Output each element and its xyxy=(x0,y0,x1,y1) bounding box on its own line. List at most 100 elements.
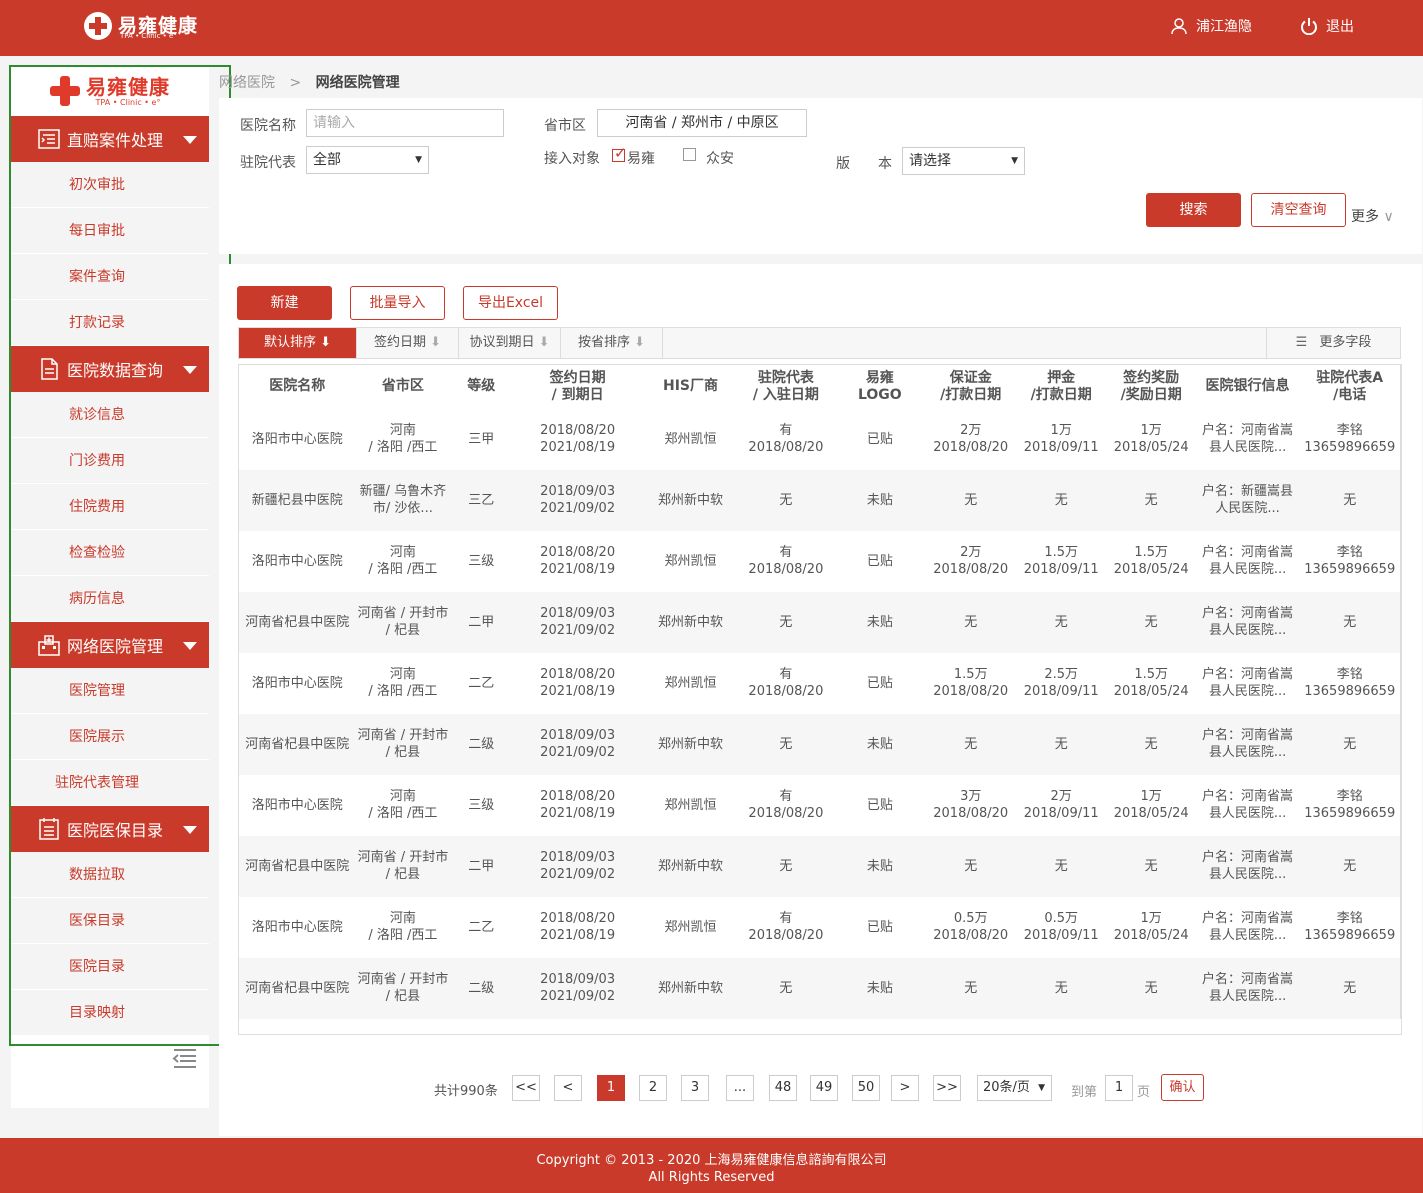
goto-page-input[interactable]: 1 xyxy=(1105,1075,1133,1101)
hospital-name-input[interactable]: 请输入 xyxy=(306,109,504,137)
sidebar-item-visit-info[interactable]: 就诊信息 xyxy=(11,392,209,438)
page-48-button[interactable]: 48 xyxy=(769,1075,797,1101)
new-button[interactable]: 新建 xyxy=(237,286,332,320)
table-cell: 二乙 xyxy=(450,896,513,958)
rep-select[interactable]: 全部 xyxy=(306,146,429,174)
last-page-button[interactable]: >> xyxy=(933,1075,961,1101)
sidebar-item-daily-approval[interactable]: 每日审批 xyxy=(11,208,209,254)
table-row[interactable]: 河南省杞县中医院 河南省 / 开封市 / 杞县 二甲 2018/09/03 2021/… xyxy=(238,591,1401,653)
table-row[interactable]: 洛阳市中心医院 河南 / 洛阳 /西工 二乙 2018/08/20 2021/08/1… xyxy=(238,652,1401,714)
table-cell: 李铭 13659896659 xyxy=(1299,896,1401,958)
sidebar-item-outpatient-fee[interactable]: 门诊费用 xyxy=(11,438,209,484)
table-cell: 河南省杞县中医院 xyxy=(238,713,356,775)
table-cell: 河南省杞县中医院 xyxy=(238,591,356,653)
page-49-button[interactable]: 49 xyxy=(810,1075,838,1101)
arrow-down-icon: ⬇ xyxy=(430,335,442,350)
batch-import-button[interactable]: 批量导入 xyxy=(350,286,445,320)
logout-label: 退出 xyxy=(1326,19,1354,35)
table-cell: 户名：河南省嵩 县人民医院... xyxy=(1195,896,1300,958)
table-cell: 河南省 / 开封市 / 杞县 xyxy=(355,957,451,1019)
table-row[interactable]: 洛阳市中心医院 河南 / 洛阳 /西工 三级 2018/08/20 2021/08/1… xyxy=(238,774,1401,836)
table-cell: 无 xyxy=(737,957,834,1019)
table-row[interactable]: 新疆杞县中医院 新疆/ 乌鲁木齐 市/ 沙依... 三乙 2018/09/03 202… xyxy=(238,469,1401,531)
sidebar-item-lab-exam[interactable]: 检查检验 xyxy=(11,530,209,576)
target-zhongan-checkbox[interactable] xyxy=(683,148,696,161)
region-select[interactable]: 河南省 / 郑州市 / 中原区 xyxy=(597,109,807,137)
table-cell: 未贴 xyxy=(833,835,926,897)
sort-province[interactable]: 按省排序 ⬇ xyxy=(561,328,663,358)
table-cell: 三级 xyxy=(450,774,513,836)
table-cell: 新疆/ 乌鲁木齐 市/ 沙依... xyxy=(355,469,451,531)
table-row[interactable]: 河南省杞县中医院 河南省 / 开封市 / 杞县 二级 2018/09/03 2021/… xyxy=(238,713,1401,775)
table-cell: 郑州新中软 xyxy=(643,469,738,531)
table-cell: 1万 2018/05/24 xyxy=(1106,408,1196,470)
goto-confirm-button[interactable]: 确认 xyxy=(1161,1074,1204,1101)
sort-expire-date[interactable]: 协议到期日 ⬇ xyxy=(459,328,561,358)
table-cell: 李铭 13659896659 xyxy=(1299,774,1401,836)
sidebar-item-insurance-catalog[interactable]: 医保目录 xyxy=(11,898,209,944)
sidebar-section-insurance-catalog[interactable]: 医院医保目录 xyxy=(11,806,209,852)
version-select[interactable]: 请选择 xyxy=(902,147,1025,175)
table-row[interactable]: 洛阳市中心医院 河南 / 洛阳 /西工 二乙 2018/08/20 2021/08/1… xyxy=(238,896,1401,958)
table-cell: 无 xyxy=(925,469,1016,531)
table-cell: 洛阳市中心医院 xyxy=(238,774,356,836)
hospital-icon xyxy=(38,635,60,656)
logout-button[interactable]: 退出 xyxy=(1300,16,1354,36)
sort-sign-date[interactable]: 签约日期 ⬇ xyxy=(357,328,459,358)
sidebar-item-hospital-catalog[interactable]: 医院目录 xyxy=(11,944,209,990)
goto-unit: 页 xyxy=(1137,1085,1151,1100)
column-header: 医院名称 xyxy=(238,364,356,409)
collapse-menu-icon[interactable] xyxy=(170,1046,196,1070)
page-3-button[interactable]: 3 xyxy=(681,1075,709,1101)
page-2-button[interactable]: 2 xyxy=(639,1075,667,1101)
breadcrumb-parent[interactable]: 网络医院 xyxy=(219,75,275,91)
sidebar-item-hospital-management[interactable]: 医院管理 xyxy=(11,668,209,714)
sidebar-item-inpatient-fee[interactable]: 住院费用 xyxy=(11,484,209,530)
page-ellipsis: ... xyxy=(726,1075,754,1101)
sidebar-item-data-pull[interactable]: 数据拉取 xyxy=(11,852,209,898)
table-cell: 河南省杞县中医院 xyxy=(238,957,356,1019)
sidebar-section-hospital-data[interactable]: 医院数据查询 xyxy=(11,346,209,392)
sidebar-item-initial-approval[interactable]: 初次审批 xyxy=(11,162,209,208)
table-row[interactable]: 河南省杞县中医院 河南省 / 开封市 / 杞县 二甲 2018/09/03 2021/… xyxy=(238,835,1401,897)
prev-page-button[interactable]: < xyxy=(554,1075,582,1101)
table-row[interactable]: 河南省杞县中医院 河南省 / 开封市 / 杞县 二级 2018/09/03 2021/… xyxy=(238,957,1401,1019)
table-cell: 无 xyxy=(1015,835,1107,897)
table-cell: 有 2018/08/20 xyxy=(737,774,834,836)
document-icon xyxy=(41,358,58,380)
sidebar-item-rep-management[interactable]: 驻院代表管理 xyxy=(11,760,209,806)
table-cell: 户名：河南省嵩 县人民医院... xyxy=(1195,652,1300,714)
footer: Copyright © 2013 - 2020 上海易雍健康信息諮詢有限公司 A… xyxy=(0,1138,1423,1193)
sidebar-item-catalog-mapping[interactable]: 目录映射 xyxy=(11,990,209,1036)
table-row[interactable]: 洛阳市中心医院 河南 / 洛阳 /西工 三甲 2018/08/20 2021/08/1… xyxy=(238,408,1401,470)
first-page-button[interactable]: << xyxy=(512,1075,540,1101)
breadcrumb-separator: > xyxy=(289,75,302,91)
sidebar-item-case-query[interactable]: 案件查询 xyxy=(11,254,209,300)
more-fields-button[interactable]: ☰ 更多字段 xyxy=(1266,328,1400,358)
target-yiyong-checkbox[interactable] xyxy=(612,144,627,162)
table-cell: 2018/09/03 2021/09/02 xyxy=(512,957,644,1019)
goto-label: 到第 xyxy=(1071,1085,1098,1100)
table-row[interactable]: 洛阳市中心医院 河南 / 洛阳 /西工 三级 2018/08/20 2021/08/1… xyxy=(238,530,1401,592)
user-menu[interactable]: 浦江渔隐 xyxy=(1170,16,1252,36)
sidebar-section-network-hospital[interactable]: 网络医院管理 xyxy=(11,622,209,668)
brand-logo[interactable]: 易雍健康 TPA • Clinic • e° xyxy=(84,12,198,40)
export-excel-button[interactable]: 导出Excel xyxy=(463,286,558,320)
table-cell: 已贴 xyxy=(833,530,926,592)
page-1-button[interactable]: 1 xyxy=(597,1075,625,1101)
clear-query-button[interactable]: 清空查询 xyxy=(1251,193,1346,227)
next-page-button[interactable]: > xyxy=(891,1075,919,1101)
sort-label: 默认排序 xyxy=(263,335,316,350)
column-header: 驻院代表A /电话 xyxy=(1299,364,1401,409)
page-50-button[interactable]: 50 xyxy=(852,1075,880,1101)
search-button[interactable]: 搜索 xyxy=(1146,193,1241,227)
sidebar-item-medical-record[interactable]: 病历信息 xyxy=(11,576,209,622)
more-filters-toggle[interactable]: 更多 ∨ xyxy=(1351,206,1394,226)
table-cell: 郑州凯恒 xyxy=(643,530,738,592)
page-size-select[interactable]: 20条/页 xyxy=(977,1075,1052,1101)
sort-default[interactable]: 默认排序 ⬇ xyxy=(239,328,357,358)
sidebar-item-payment-record[interactable]: 打款记录 xyxy=(11,300,209,346)
table-cell: 无 xyxy=(1299,713,1401,775)
sidebar-section-claims[interactable]: 直赔案件处理 xyxy=(11,116,209,162)
sidebar-item-hospital-display[interactable]: 医院展示 xyxy=(11,714,209,760)
